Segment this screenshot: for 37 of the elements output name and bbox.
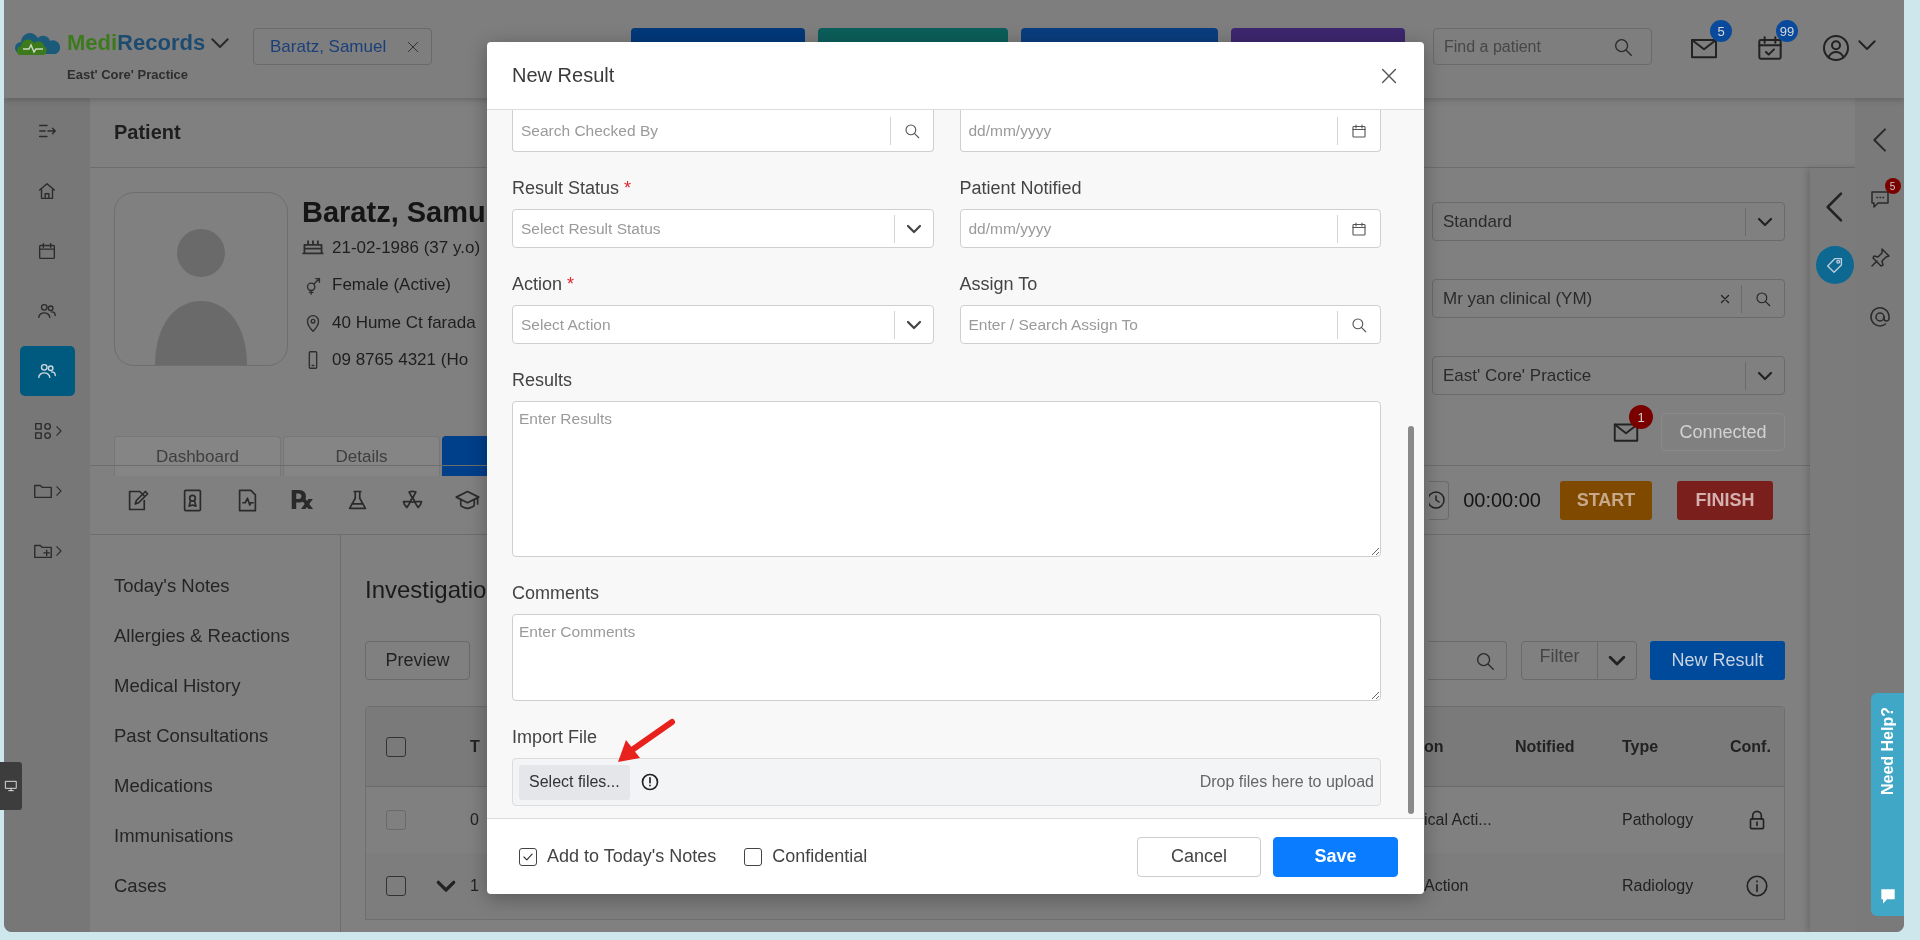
count-badge: 99 xyxy=(1776,20,1798,42)
drop-hint: Drop files here to upload xyxy=(1199,773,1374,791)
count-badge: 5 xyxy=(1710,20,1732,42)
patient-detail: Female (Active) xyxy=(332,275,452,296)
field-label: Comments xyxy=(512,582,601,604)
patient-detail: 40 Hume Ct farada xyxy=(332,312,476,333)
checkbox-label: Add to Today's Notes xyxy=(547,846,717,867)
patient-detail: 09 8765 4321 (Ho xyxy=(332,350,469,371)
field-label: Import File xyxy=(512,726,599,748)
count-badge: 1 xyxy=(1629,405,1653,429)
field-label: Assign To xyxy=(959,274,1038,294)
patient-detail: 21-02-1986 (37 y.o) xyxy=(332,237,481,258)
field-label: Results xyxy=(512,369,574,391)
table-cell: Pathology xyxy=(1622,811,1694,829)
practice-name: East' Core' Practice xyxy=(67,67,189,82)
required-mark: * xyxy=(624,178,632,198)
required-mark: * xyxy=(567,274,575,294)
count-badge: 5 xyxy=(1884,178,1901,194)
field-label: Action xyxy=(512,274,563,294)
table-cell: Action xyxy=(1424,877,1469,895)
column-header: on xyxy=(1424,737,1444,756)
column-header: T xyxy=(470,737,480,756)
column-header: Notified xyxy=(1515,737,1575,756)
section-title: Investigatio xyxy=(365,575,487,605)
checkbox-label: Confidential xyxy=(772,846,868,867)
field-label: Patient Notified xyxy=(959,178,1082,198)
table-cell: 1 xyxy=(470,877,479,895)
table-cell: ical Acti... xyxy=(1424,811,1492,829)
page-title: Patient xyxy=(114,121,181,144)
patient-name: Baratz, Samu xyxy=(302,195,487,229)
field-label: Result Status xyxy=(512,178,620,198)
table-cell: 0 xyxy=(470,811,479,829)
column-header: Conf. xyxy=(1730,737,1771,756)
dialog-title: New Result xyxy=(512,64,615,87)
table-cell: Radiology xyxy=(1622,877,1694,895)
timer-value: 00:00:00 xyxy=(1463,488,1541,512)
column-header: Type xyxy=(1622,737,1659,756)
